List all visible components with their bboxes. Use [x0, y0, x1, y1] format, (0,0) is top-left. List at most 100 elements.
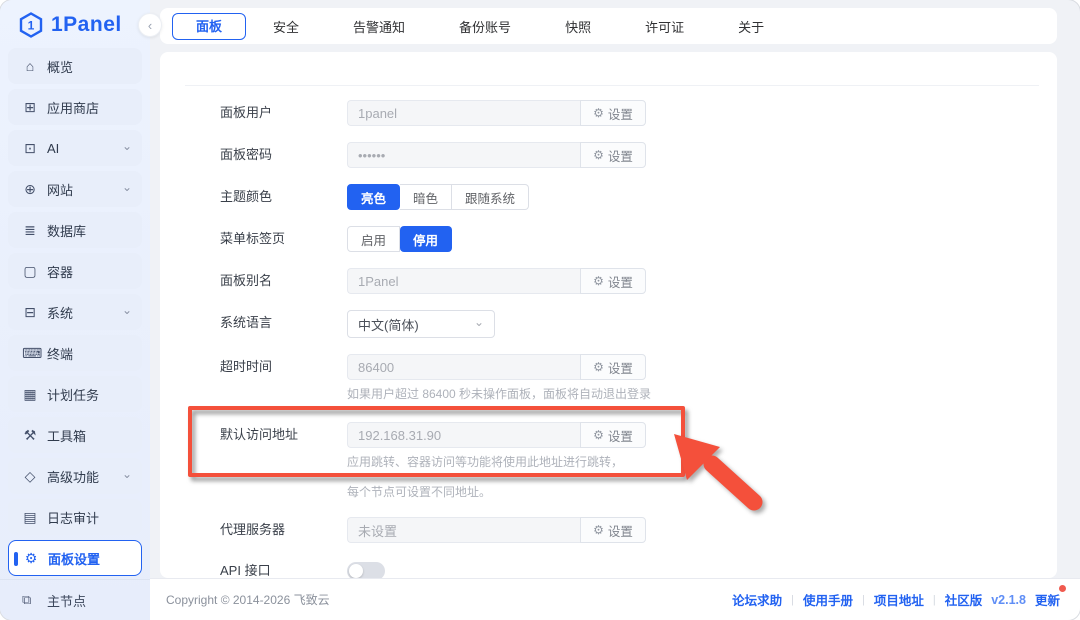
sidebar-menu: ⌂ 概览 ⊞ 应用商店 ⊡AI⌄ ⊕网站⌄ ≣数据库 ▢容器 ⊟ 系统 ⌄ ⌨终端 ▦ 计划任务 ⚒工具箱 ◇…	[0, 46, 150, 576]
sidebar-item-label: 系统	[47, 303, 122, 322]
footer-link-2[interactable]: 项目地址	[874, 590, 924, 609]
tab-许可证[interactable]: 许可证	[618, 17, 711, 36]
field-label: 系统语言	[220, 310, 347, 338]
tab-快照[interactable]: 快照	[538, 17, 618, 36]
active-indicator-bar	[14, 552, 18, 566]
form-row-panel-user: 面板用户1panel⚙设置	[220, 100, 1057, 126]
sidebar-collapse-button[interactable]: ‹	[138, 13, 162, 37]
footer-separator: |	[862, 594, 865, 606]
sidebar-item-container[interactable]: ▢容器	[8, 253, 142, 289]
sidebar-item-master-node[interactable]: ⧉ 主节点	[0, 579, 150, 620]
settings-card: 面板用户1panel⚙设置面板密码••••••⚙设置主题颜色亮色暗色跟随系统菜单…	[160, 52, 1057, 578]
version-label: v2.1.8	[991, 593, 1026, 607]
timeout-set-button[interactable]: ⚙ 设置	[580, 354, 646, 380]
sidebar-item-app-store[interactable]: ⊞ 应用商店	[8, 89, 142, 125]
app-store-icon: ⊞	[22, 99, 38, 116]
form-row-menu-tabs: 菜单标签页启用停用	[220, 226, 1057, 252]
panel-alias-set-button[interactable]: ⚙设置	[580, 268, 646, 294]
tab-告警通知[interactable]: 告警通知	[326, 17, 432, 36]
sidebar-item-database[interactable]: ≣数据库	[8, 212, 142, 248]
sidebar-item-cronjob[interactable]: ▦ 计划任务	[8, 376, 142, 412]
set-button-label: 设置	[608, 358, 633, 377]
panel-password-set-button[interactable]: ⚙ 设置	[580, 142, 646, 168]
sidebar-item-advanced[interactable]: ◇ 高级功能⌄	[8, 458, 142, 494]
log-audit-icon: ▤	[22, 509, 38, 526]
sidebar-item-website[interactable]: ⊕网站⌄	[8, 171, 142, 207]
field-label: API 接口	[220, 558, 347, 578]
diamond-icon: ◇	[22, 468, 38, 485]
sidebar-item-label: 数据库	[47, 221, 132, 240]
footer-link-1[interactable]: 使用手册	[803, 590, 853, 609]
panel-user-input: 1panel	[347, 100, 580, 126]
field-control: 1panel⚙设置	[347, 100, 1057, 126]
sidebar-item-label: 应用商店	[47, 98, 132, 117]
form-row-timeout: 超时时间86400⚙设置如果用户超过 86400 秒未操作面板，面板将自动退出登…	[220, 354, 1057, 401]
sidebar-item-ai[interactable]: ⊡AI⌄	[8, 130, 142, 166]
sidebar-item-label: 计划任务	[47, 385, 132, 404]
footer-separator: |	[791, 594, 794, 606]
set-button-label: 设置	[608, 426, 633, 445]
theme-color-option-1[interactable]: 暗色	[400, 184, 452, 210]
field-control: 192.168.31.90⚙设置应用跳转、容器访问等功能将使用此地址进行跳转，每…	[347, 422, 1057, 499]
chevron-left-icon: ‹	[148, 18, 152, 33]
sidebar-item-terminal[interactable]: ⌨终端	[8, 335, 142, 371]
gear-icon: ⚙	[593, 523, 604, 537]
panel-alias-input-group: 1Panel⚙设置	[347, 268, 646, 294]
copyright-text: Copyright © 2014-2026 飞致云	[166, 591, 732, 608]
tab-备份账号[interactable]: 备份账号	[432, 17, 538, 36]
language-select[interactable]: 中文(简体)⌄	[347, 310, 495, 338]
footer-link-0[interactable]: 论坛求助	[732, 590, 782, 609]
helper-text: 如果用户超过 86400 秒未操作面板，面板将自动退出登录	[347, 387, 1057, 401]
system-icon: ⊟	[22, 304, 38, 321]
gear-icon: ⚙	[593, 360, 604, 374]
theme-color-option-0[interactable]: 亮色	[347, 184, 400, 210]
sidebar-item-label: 概览	[47, 57, 132, 76]
app-window: 1 1Panel ‹ ⌂概览⊞应用商店⊡AI⌄⊕网站⌄≣数据库▢容器⊟系统⌄⌨终…	[0, 0, 1080, 620]
field-control: 86400⚙设置如果用户超过 86400 秒未操作面板，面板将自动退出登录	[347, 354, 1057, 401]
sidebar-item-settings[interactable]: ⚙ 面板设置	[8, 540, 142, 576]
form-row-api: API 接口	[220, 558, 1057, 578]
update-link[interactable]: 更新	[1035, 590, 1060, 609]
footer-links: 论坛求助 | 使用手册 | 项目地址 | 社区版 v2.1.8 更新	[732, 590, 1060, 609]
api-toggle[interactable]	[347, 562, 385, 578]
tab-面板[interactable]: 面板	[172, 13, 246, 40]
chevron-down-icon: ⌄	[122, 180, 132, 194]
set-button-label: 设置	[608, 146, 633, 165]
update-notification-dot	[1059, 585, 1066, 592]
edition-label[interactable]: 社区版	[945, 590, 983, 609]
menu-tabs-option-1[interactable]: 停用	[400, 226, 452, 252]
sidebar-item-label: 网站	[47, 180, 122, 199]
chevron-down-icon: ⌄	[474, 315, 484, 329]
terminal-icon: ⌨	[22, 345, 38, 362]
sidebar-item-label: 主节点	[47, 591, 86, 610]
tab-关于[interactable]: 关于	[711, 17, 791, 36]
field-control: 未设置⚙设置	[347, 517, 1057, 543]
form-row-theme-color: 主题颜色亮色暗色跟随系统	[220, 184, 1057, 210]
default-address-set-button[interactable]: ⚙设置	[580, 422, 646, 448]
panel-password-input: ••••••	[347, 142, 580, 168]
menu-tabs-option-0[interactable]: 启用	[347, 226, 400, 252]
home-icon: ⌂	[22, 58, 38, 74]
helper-text: 应用跳转、容器访问等功能将使用此地址进行跳转，	[347, 455, 1057, 469]
settings-tabbar: 面板安全告警通知备份账号快照许可证关于	[160, 8, 1057, 44]
tab-安全[interactable]: 安全	[246, 17, 326, 36]
sidebar-item-logs[interactable]: ▤日志审计	[8, 499, 142, 535]
sidebar-item-toolbox[interactable]: ⚒工具箱	[8, 417, 142, 453]
panel-user-set-button[interactable]: ⚙设置	[580, 100, 646, 126]
svg-text:1: 1	[28, 19, 35, 33]
gear-icon: ⚙	[593, 148, 604, 162]
sidebar-item-label: 高级功能	[47, 467, 122, 486]
footer-separator: |	[933, 594, 936, 606]
container-icon: ▢	[22, 263, 38, 280]
gear-icon: ⚙	[23, 550, 39, 567]
sidebar-item-label: 面板设置	[48, 549, 131, 568]
chevron-down-icon: ⌄	[122, 467, 132, 481]
theme-color-option-2[interactable]: 跟随系统	[452, 184, 529, 210]
calendar-icon: ▦	[22, 386, 38, 403]
set-button-label: 设置	[608, 272, 633, 291]
default-address-input: 192.168.31.90	[347, 422, 580, 448]
theme-color-segment: 亮色暗色跟随系统	[347, 184, 1057, 210]
sidebar-item-overview[interactable]: ⌂ 概览	[8, 48, 142, 84]
proxy-set-button[interactable]: ⚙设置	[580, 517, 646, 543]
sidebar-item-system[interactable]: ⊟系统⌄	[8, 294, 142, 330]
